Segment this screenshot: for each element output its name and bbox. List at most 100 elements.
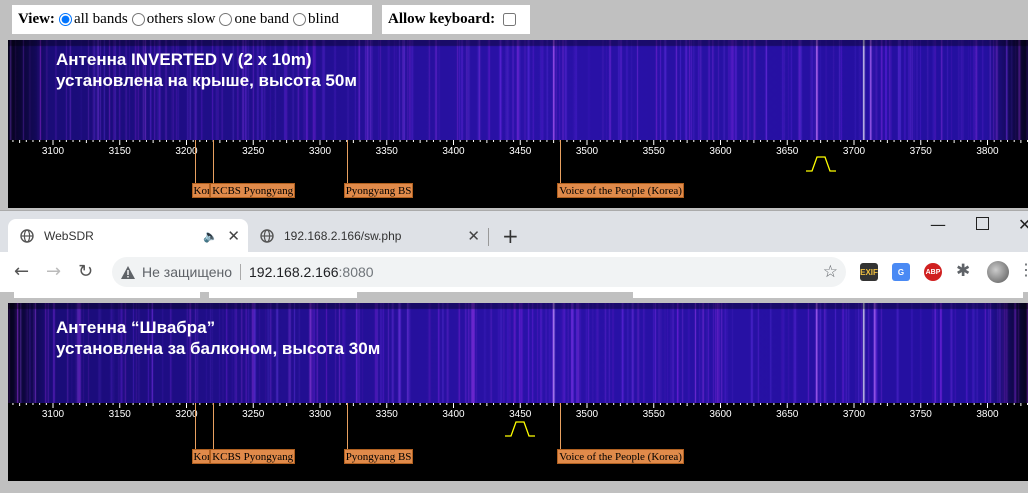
tick-label: 3400 bbox=[442, 146, 465, 157]
speaker-icon[interactable]: 🔈 bbox=[203, 229, 218, 243]
station-label[interactable]: Voice of the People (Korea) bbox=[557, 183, 684, 198]
tick-label: 3350 bbox=[375, 409, 398, 420]
tick-label: 3600 bbox=[709, 409, 732, 420]
tick-label: 3750 bbox=[909, 146, 932, 157]
antenna-title-1: Антенна INVERTED V (2 x 10m) bbox=[56, 50, 312, 69]
passband-marker[interactable] bbox=[503, 418, 537, 438]
station-label[interactable]: KCBS Pyongyang bbox=[210, 183, 296, 198]
tab-title-sw-php: 192.168.2.166/sw.php bbox=[284, 228, 402, 243]
minimize-icon[interactable]: — bbox=[930, 215, 946, 234]
tick-label: 3500 bbox=[575, 146, 599, 157]
address-divider bbox=[240, 264, 241, 280]
tab-websdr[interactable]: WebSDR 🔈 ✕ bbox=[8, 219, 248, 252]
tick-label: 3250 bbox=[242, 146, 265, 157]
menu-icon[interactable]: ⋮ bbox=[1018, 260, 1028, 280]
translate-extension-icon[interactable]: G bbox=[892, 263, 910, 281]
tick-label: 3150 bbox=[108, 146, 131, 157]
radio-all-bands[interactable] bbox=[58, 13, 72, 26]
station-marker-line bbox=[346, 403, 348, 449]
antenna-subtitle-1: установлена на крыше, высота 50м bbox=[56, 71, 357, 90]
sdr-panel-1: Антенна INVERTED V (2 x 10m) установлена… bbox=[8, 40, 1028, 208]
address-bar[interactable]: Не защищено 192.168.2.166:8080 ☆ bbox=[112, 257, 846, 287]
forward-arrow-icon[interactable]: → bbox=[46, 261, 61, 282]
station-label[interactable]: KCBS Pyongyang bbox=[210, 449, 296, 464]
station-marker-line bbox=[194, 140, 196, 183]
back-arrow-icon[interactable]: ← bbox=[14, 261, 29, 282]
hidden-control-3 bbox=[633, 291, 1023, 298]
close-tab-icon[interactable]: ✕ bbox=[467, 227, 480, 245]
antenna-title-2: Антенна “Швабра” bbox=[56, 318, 216, 337]
tick-label: 3800 bbox=[976, 409, 999, 420]
profile-avatar[interactable] bbox=[987, 261, 1009, 283]
antenna-label-2: Антенна “Швабра” установлена за балконом… bbox=[56, 317, 380, 359]
tab-sw-php[interactable]: 192.168.2.166/sw.php ✕ bbox=[248, 219, 488, 252]
tab-divider bbox=[488, 228, 489, 246]
station-marker-line bbox=[346, 140, 348, 183]
globe-icon bbox=[260, 228, 274, 243]
station-marker-line bbox=[560, 140, 562, 183]
tab-title-websdr: WebSDR bbox=[44, 228, 94, 243]
station-label[interactable]: Kor bbox=[191, 183, 210, 198]
view-option-one-band[interactable]: one band bbox=[219, 11, 289, 28]
tick-label: 3100 bbox=[41, 146, 65, 157]
tick-label: 3450 bbox=[509, 146, 532, 157]
station-label[interactable]: Pyongyang BS bbox=[343, 449, 414, 464]
station-label[interactable]: Kor bbox=[191, 449, 210, 464]
tick-label: 3400 bbox=[442, 409, 465, 420]
radio-others-slow[interactable] bbox=[131, 13, 145, 26]
station-labels-2: Kor KCBS Pyongyang Pyongyang BS Voice of th… bbox=[8, 403, 1028, 481]
station-marker-line bbox=[213, 403, 215, 449]
tick-label: 3550 bbox=[642, 409, 665, 420]
passband-marker[interactable] bbox=[804, 153, 838, 173]
tick-label: 3800 bbox=[976, 146, 999, 157]
station-marker-line bbox=[194, 403, 196, 449]
station-label[interactable]: Pyongyang BS bbox=[343, 183, 414, 198]
tick-label: 3300 bbox=[308, 409, 332, 420]
station-label[interactable]: Voice of the People (Korea) bbox=[557, 449, 684, 464]
tab-strip: WebSDR 🔈 ✕ 192.168.2.166/sw.php ✕ + — ✕ bbox=[0, 211, 1028, 252]
allow-keyboard-checkbox[interactable] bbox=[503, 13, 517, 26]
station-labels-1: Kor KCBS Pyongyang Pyongyang BS Voice of th… bbox=[8, 140, 1028, 208]
maximize-icon[interactable] bbox=[976, 217, 989, 230]
antenna-label-1: Антенна INVERTED V (2 x 10m) установлена… bbox=[56, 49, 357, 91]
tick-label: 3600 bbox=[709, 146, 732, 157]
bookmark-star-icon[interactable]: ☆ bbox=[823, 262, 838, 282]
station-marker-line bbox=[560, 403, 562, 449]
view-option-others-slow[interactable]: others slow bbox=[131, 11, 215, 28]
reload-icon[interactable]: ↻ bbox=[78, 261, 93, 282]
tick-label: 3700 bbox=[842, 409, 866, 420]
antenna-subtitle-2: установлена за балконом, высота 30м bbox=[56, 339, 381, 358]
security-status[interactable]: Не защищено bbox=[142, 264, 232, 280]
close-tab-icon[interactable]: ✕ bbox=[227, 227, 240, 245]
url-port: :8080 bbox=[338, 264, 374, 280]
view-label: View: bbox=[18, 11, 55, 27]
frequency-scale-1[interactable]: 3100 3150 3200 3250 3300 3350 3400 3450 3500 3550… bbox=[8, 140, 1028, 168]
tick-label: 3650 bbox=[776, 146, 799, 157]
hidden-control-2 bbox=[209, 291, 357, 298]
new-tab-button[interactable]: + bbox=[502, 224, 519, 248]
view-option-blind[interactable]: blind bbox=[293, 11, 339, 28]
exif-extension-icon[interactable]: EXIF bbox=[860, 263, 878, 281]
adblock-plus-icon[interactable]: ABP bbox=[924, 263, 942, 281]
warning-icon bbox=[121, 265, 135, 279]
tick-label: 3650 bbox=[776, 409, 799, 420]
tick-label: 3250 bbox=[242, 409, 265, 420]
tick-label: 3100 bbox=[41, 409, 65, 420]
view-option-all-bands[interactable]: all bands bbox=[58, 11, 128, 28]
extensions-puzzle-icon[interactable]: ✱ bbox=[956, 261, 970, 281]
radio-one-band[interactable] bbox=[219, 13, 233, 26]
tick-label: 3350 bbox=[375, 146, 398, 157]
close-window-icon[interactable]: ✕ bbox=[1018, 215, 1028, 234]
tick-label: 3550 bbox=[642, 146, 665, 157]
sdr-panel-2: Антенна “Швабра” установлена за балконом… bbox=[8, 303, 1028, 481]
browser-window: WebSDR 🔈 ✕ 192.168.2.166/sw.php ✕ + — ✕ … bbox=[0, 210, 1028, 292]
hidden-control-1 bbox=[14, 291, 200, 298]
tick-label: 3700 bbox=[842, 146, 866, 157]
tick-label: 3500 bbox=[575, 409, 599, 420]
view-controls: View: all bands others slow one band bli… bbox=[12, 5, 372, 34]
url-host: 192.168.2.166 bbox=[249, 264, 339, 280]
station-marker-line bbox=[213, 140, 215, 183]
keyboard-label: Allow keyboard: bbox=[388, 11, 496, 27]
radio-blind[interactable] bbox=[293, 13, 307, 26]
globe-icon bbox=[20, 228, 34, 243]
